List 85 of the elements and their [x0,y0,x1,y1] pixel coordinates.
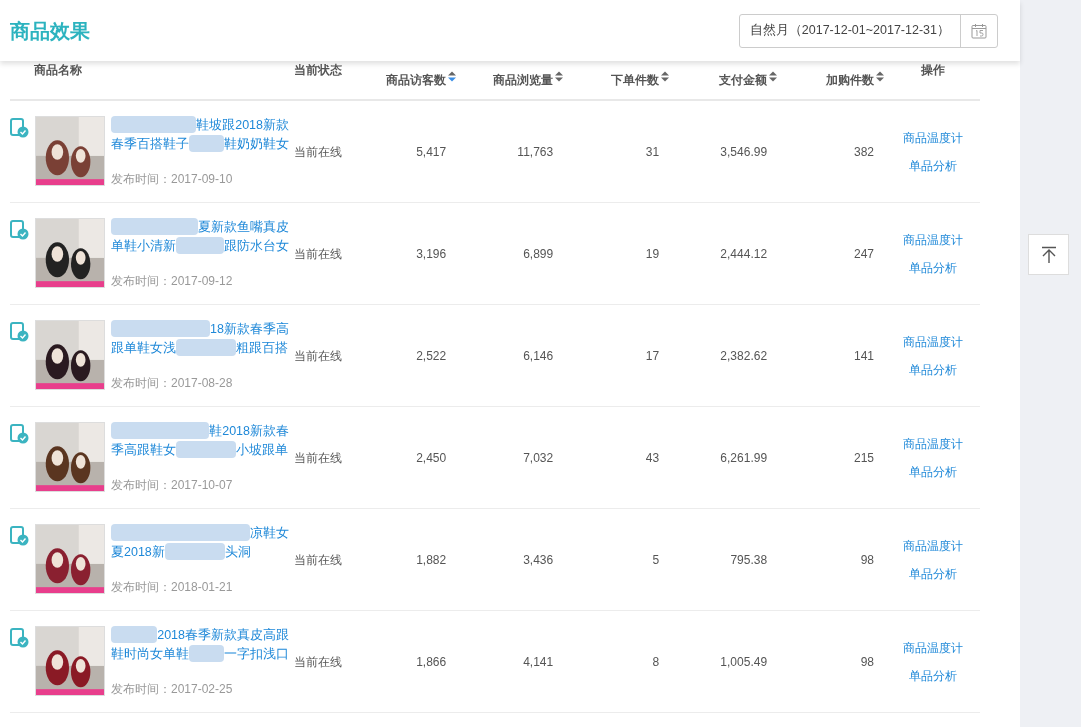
action-link[interactable]: 单品分析 [909,360,957,379]
mobile-check-icon [10,628,29,648]
action-link[interactable]: 单品分析 [909,156,957,175]
publish-date: 发布时间：2017-09-10 [111,171,234,188]
table-cell-text: 4,141 [523,653,554,671]
product-title-link[interactable]: 凉鞋女 夏2018新 头洞 [111,524,289,562]
action-link[interactable]: 商品温度计 [903,332,963,351]
table-cell-text: 2,522 [416,347,447,365]
status-cell: 当前在线 [293,654,342,669]
column-header: 商品名称 [34,62,82,79]
status-cell: 当前在线 [293,552,342,567]
table-cell-text: 98 [860,551,875,569]
table-cell-text: 5 [652,551,660,569]
table-cell-text: 7,032 [523,449,554,467]
mobile-check-icon [10,118,29,138]
table-cell-text: 5,417 [416,143,447,161]
product-title-link[interactable]: 18新款春季高 跟单鞋女浅 粗跟百搭 [111,320,289,358]
action-link[interactable]: 单品分析 [909,462,957,481]
product-title-link[interactable]: 夏新款鱼嘴真皮 单鞋小清新 跟防水台女 [111,218,289,256]
mobile-check-icon [10,220,29,240]
table-cell-text: 17 [645,347,660,365]
back-to-top-icon [1040,245,1057,264]
publish-date: 发布时间：2017-09-12 [111,273,234,290]
table-cell-text: 2,444.12 [720,245,768,263]
table-cell-text: 3,546.99 [720,143,768,161]
table-cell-text: 2,382.62 [720,347,768,365]
sort-icon[interactable] [769,71,778,82]
table-cell-text: 3,196 [416,245,447,263]
action-link[interactable]: 商品温度计 [903,536,963,555]
table-cell-text: 6,261.99 [720,449,768,467]
product-title-link[interactable]: 鞋坡跟2018新款 春季百搭鞋子 鞋奶奶鞋女 [111,116,289,154]
publish-date: 发布时间：2017-08-28 [111,375,234,392]
page-title: 商品效果 [10,18,90,44]
sort-icon[interactable] [448,71,457,82]
action-link[interactable]: 单品分析 [909,564,957,583]
back-to-top-button[interactable] [1028,234,1069,275]
table-cell-text: 795.38 [730,551,768,569]
publish-date: 发布时间：2017-02-25 [111,681,234,698]
table-cell-text: 141 [854,347,875,365]
table-cell-text: 3,436 [523,551,554,569]
column-header: 商品访客数 [386,72,447,89]
product-title-link[interactable]: 鞋2018新款春 季高跟鞋女 小坡跟单 [111,422,289,460]
sort-icon[interactable] [555,71,564,82]
publish-date: 发布时间：2018-01-21 [111,579,234,596]
table-cell-text: 11,763 [517,143,554,161]
calendar-icon[interactable] [971,22,987,39]
column-header: 下单件数 [611,72,660,89]
mobile-check-icon [10,322,29,342]
table-cell-text: 382 [854,143,875,161]
product-title-link[interactable]: 2018春季新款真皮高跟 鞋时尚女单鞋 一字扣浅口 [111,626,289,664]
sort-icon[interactable] [876,71,884,82]
status-cell: 当前在线 [293,144,342,159]
table-cell-text: 6,899 [523,245,554,263]
mobile-check-icon [10,424,29,444]
action-link[interactable]: 单品分析 [909,666,957,685]
status-cell: 当前在线 [293,246,342,261]
action-link[interactable]: 商品温度计 [903,434,963,453]
table-cell-text: 31 [645,143,660,161]
column-header: 操作 [921,62,945,79]
action-link[interactable]: 商品温度计 [903,230,963,249]
sort-icon[interactable] [661,71,670,82]
table-cell-text: 43 [645,449,660,467]
table-cell-text: 98 [860,653,875,671]
column-header: 支付金额 [719,72,768,89]
table-cell-text: 1,882 [416,551,447,569]
table-cell-text: 6,146 [523,347,554,365]
column-header: 商品浏览量 [493,72,554,89]
date-range-label: 自然月（2017-12-01~2017-12-31） [748,22,951,40]
table-cell-text: 19 [645,245,660,263]
table-cell-text: 8 [652,653,660,671]
action-link[interactable]: 商品温度计 [903,638,963,657]
column-header: 加购件数 [826,72,874,89]
table-cell-text: 2,450 [416,449,447,467]
action-link[interactable]: 单品分析 [909,258,957,277]
publish-date: 发布时间：2017-10-07 [111,477,234,494]
table-cell-text: 247 [854,245,875,263]
action-link[interactable]: 商品温度计 [903,128,963,147]
column-header: 当前状态 [294,62,343,79]
status-cell: 当前在线 [293,348,342,363]
date-range-picker[interactable]: 自然月（2017-12-01~2017-12-31） [738,13,998,48]
table-cell-text: 1,866 [416,653,447,671]
table-cell-text: 215 [854,449,875,467]
status-cell: 当前在线 [293,450,342,465]
mobile-check-icon [10,526,29,546]
table-cell-text: 1,005.49 [720,653,768,671]
